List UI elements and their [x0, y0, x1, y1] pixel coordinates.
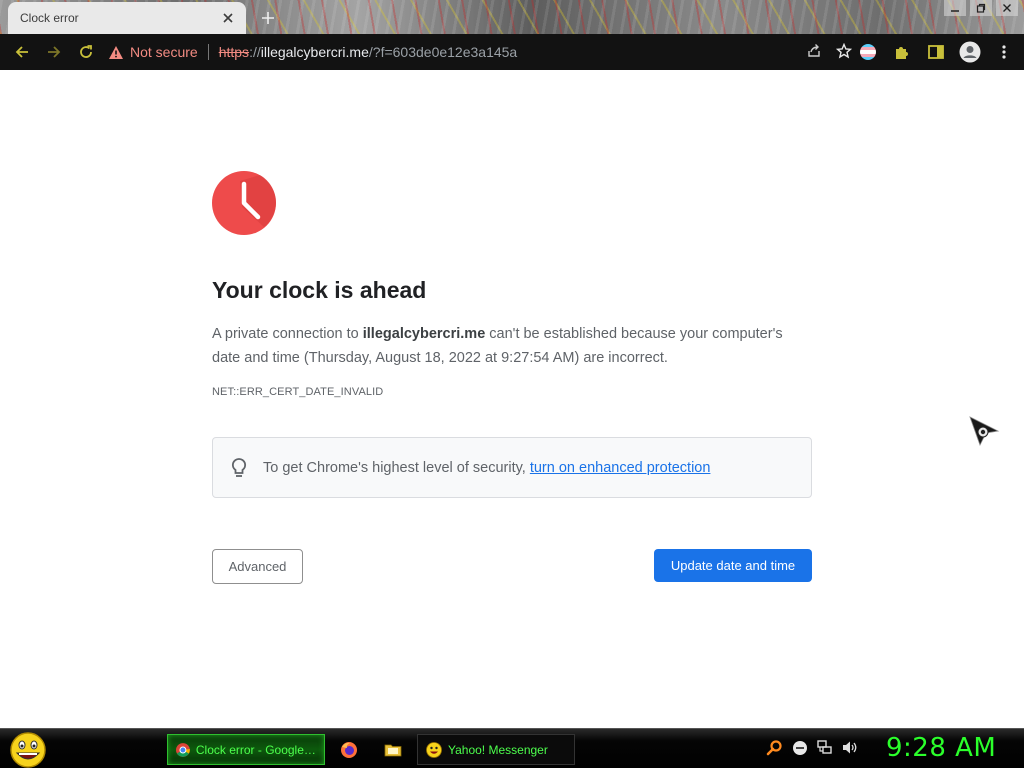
taskbar-item-yahoo-messenger[interactable]: Yahoo! Messenger: [417, 734, 575, 765]
enhanced-protection-text: To get Chrome's highest level of securit…: [263, 460, 710, 476]
taskbar-clock[interactable]: 9:28 AM: [886, 733, 996, 763]
url-path: /?f=603de0e12e3a145a: [368, 44, 518, 60]
system-tray: [766, 739, 858, 756]
back-icon[interactable]: [6, 36, 38, 68]
network-icon[interactable]: [816, 739, 833, 756]
flag-extension-icon[interactable]: [854, 36, 882, 68]
chrome-icon: [176, 742, 190, 757]
mouse-cursor-icon: [968, 415, 1000, 447]
taskbar-item-firefox[interactable]: [334, 734, 364, 765]
search-icon[interactable]: [766, 739, 783, 756]
security-indicator[interactable]: Not secure: [108, 44, 198, 60]
new-tab-icon[interactable]: [258, 8, 278, 28]
clock-error-icon: [212, 171, 277, 235]
enhanced-protection-label: To get Chrome's highest level of securit…: [263, 459, 530, 476]
minimize-icon[interactable]: [944, 0, 966, 16]
omnibox-divider: [207, 44, 209, 60]
volume-icon[interactable]: [841, 739, 858, 756]
tab-title: Clock error: [20, 11, 79, 25]
window-controls: [944, 0, 1018, 16]
message-prefix: A private connection to: [212, 326, 363, 342]
folder-icon: [384, 744, 402, 756]
advanced-button[interactable]: Advanced: [212, 549, 303, 584]
window-close-icon[interactable]: [996, 0, 1018, 16]
taskbar-item-chrome[interactable]: Clock error - Google ...: [167, 734, 325, 765]
url-host: illegalcybercri.me: [260, 44, 369, 60]
taskbar-item-folder[interactable]: [378, 734, 408, 765]
not-secure-label: Not secure: [130, 44, 198, 60]
browser-toolbar: Not secure https :// illegalcybercri.me …: [0, 34, 1024, 70]
update-date-time-button[interactable]: Update date and time: [654, 549, 812, 582]
url-separator: ://: [249, 44, 261, 60]
profile-icon[interactable]: [956, 36, 984, 68]
bookmark-star-icon[interactable]: [835, 42, 853, 62]
forward-icon[interactable]: [38, 36, 70, 68]
page-title: Your clock is ahead: [212, 277, 427, 303]
url-scheme: https: [218, 44, 250, 60]
taskbar-yahoo-label: Yahoo! Messenger: [448, 742, 548, 757]
close-icon[interactable]: [220, 10, 236, 26]
message-host: illegalcybercri.me: [362, 326, 486, 342]
address-bar[interactable]: Not secure https :// illegalcybercri.me …: [108, 39, 853, 65]
lightbulb-icon: [231, 457, 247, 477]
extensions-puzzle-icon[interactable]: [888, 36, 916, 68]
enhanced-protection-banner: To get Chrome's highest level of securit…: [212, 437, 812, 498]
toolbar-right-group: [854, 36, 1018, 68]
start-smiley-icon[interactable]: [8, 731, 48, 769]
firefox-icon: [341, 741, 357, 758]
warning-triangle-icon: [109, 45, 123, 59]
error-message: A private connection to illegalcybercri.…: [212, 322, 812, 370]
browser-titlebar: Clock error: [0, 0, 1024, 34]
yahoo-messenger-icon: [426, 741, 442, 758]
restore-icon[interactable]: [970, 0, 992, 16]
share-icon[interactable]: [806, 43, 822, 62]
side-panel-icon[interactable]: [922, 36, 950, 68]
taskbar: Clock error - Google ... Yahoo! Messenge…: [0, 728, 1024, 768]
taskbar-chrome-label: Clock error - Google ...: [195, 742, 316, 757]
reload-icon[interactable]: [70, 36, 102, 68]
menu-kebab-icon[interactable]: [990, 36, 1018, 68]
status-minus-icon[interactable]: [791, 739, 808, 756]
error-code: NET::ERR_CERT_DATE_INVALID: [212, 386, 384, 398]
tab-clock-error[interactable]: Clock error: [8, 2, 246, 34]
enhanced-protection-link[interactable]: turn on enhanced protection: [530, 460, 711, 476]
